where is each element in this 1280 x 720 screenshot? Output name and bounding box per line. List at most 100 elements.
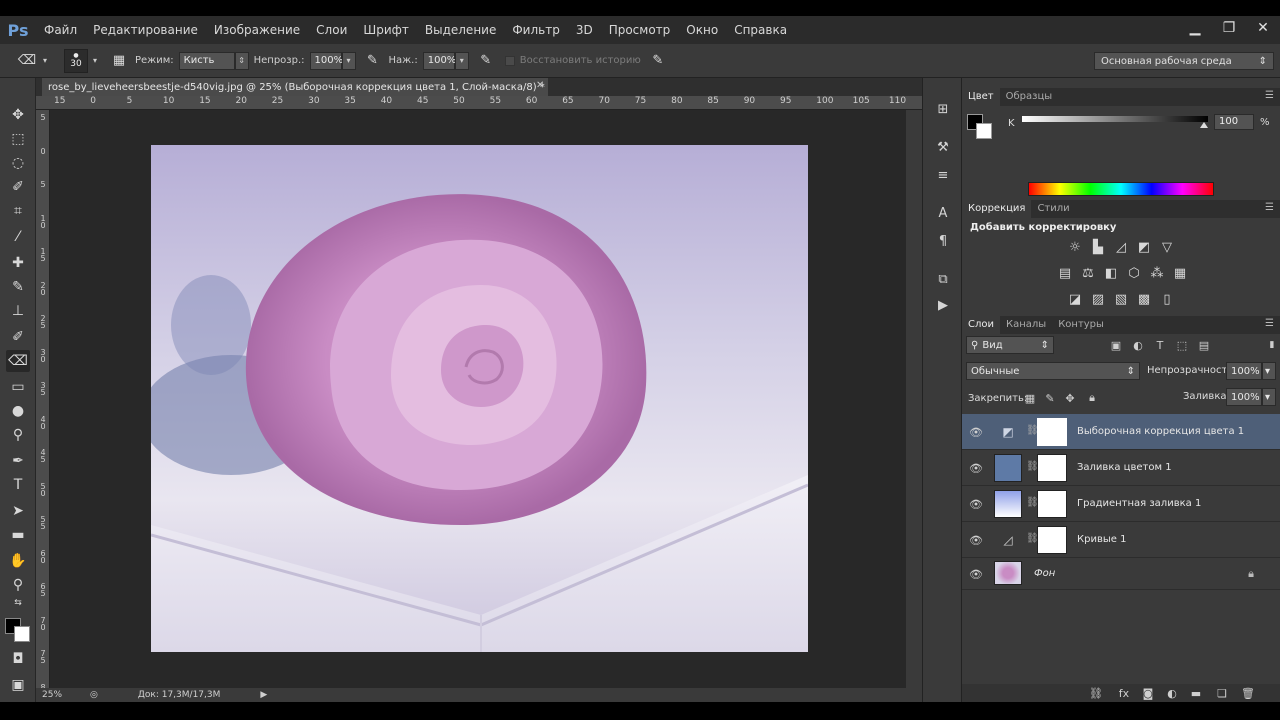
threshold-icon[interactable]: ▧ <box>1112 290 1130 308</box>
background-color-swatch[interactable] <box>14 626 30 642</box>
mode-dropdown-icon[interactable]: ⇕ <box>234 51 249 70</box>
marquee-tool-icon[interactable]: ⬚ <box>6 128 30 150</box>
new-adjustment-icon[interactable]: ◐ <box>1164 685 1180 701</box>
brush-panel-icon[interactable]: ▦ <box>108 50 130 72</box>
fx-icon[interactable]: fx <box>1116 685 1132 701</box>
selective-color-icon[interactable]: ▩ <box>1135 290 1153 308</box>
tool-presets-icon[interactable]: ≡ <box>932 164 954 186</box>
adjustments-panel-menu-icon[interactable]: ☰ <box>1265 202 1274 213</box>
healing-tool-icon[interactable]: ✚ <box>6 252 30 274</box>
color-panel-menu-icon[interactable]: ☰ <box>1265 90 1274 101</box>
add-mask-icon[interactable]: ◙ <box>1140 685 1156 701</box>
pressure-input[interactable]: 100% <box>422 51 456 70</box>
filter-shape-icon[interactable]: ⬚ <box>1174 337 1190 353</box>
crop-tool-icon[interactable]: ⌗ <box>6 200 30 222</box>
eyedropper-tool-icon[interactable]: ⁄ <box>6 226 30 248</box>
minimize-button[interactable]: ▁ <box>1178 16 1212 40</box>
tab-styles[interactable]: Стили <box>1031 200 1075 218</box>
layer-row-curves[interactable]: 👁︎ ◿ ⛓︎ Кривые 1 <box>962 522 1280 558</box>
document-tab[interactable]: rose_by_lieveheersbeestje-d540vig.jpg @ … <box>42 78 548 96</box>
layer-name[interactable]: Кривые 1 <box>1077 534 1126 545</box>
eye-icon[interactable]: 👁︎ <box>969 568 983 581</box>
pen-tool-icon[interactable]: ✒ <box>6 450 30 472</box>
zoom-tool-icon[interactable]: ⚲ <box>6 574 30 596</box>
preset-dropdown-icon[interactable]: ▾ <box>38 52 52 70</box>
workspace-select[interactable]: Основная рабочая среда ⇕ <box>1094 52 1274 70</box>
menu-select[interactable]: Выделение <box>417 16 504 44</box>
tab-close-icon[interactable]: ✕ <box>536 80 544 91</box>
color-balance-icon[interactable]: ⚖ <box>1079 264 1097 282</box>
tab-channels[interactable]: Каналы <box>1000 316 1052 334</box>
color-lookup-icon[interactable]: ▦ <box>1171 264 1189 282</box>
mode-select[interactable]: Кисть <box>178 51 235 70</box>
layer-filter-select[interactable]: ⚲ Вид ⇕ <box>966 336 1054 354</box>
layer-name[interactable]: Градиентная заливка 1 <box>1077 498 1201 509</box>
new-layer-icon[interactable]: ❏ <box>1214 685 1230 701</box>
k-value-input[interactable]: 100 <box>1214 114 1254 130</box>
tab-paths[interactable]: Контуры <box>1052 316 1110 334</box>
layer-row-gradient-fill[interactable]: 👁︎ ⛓︎ Градиентная заливка 1 <box>962 486 1280 522</box>
k-slider-thumb[interactable] <box>1200 122 1209 128</box>
filter-pixel-icon[interactable]: ▣ <box>1108 337 1124 353</box>
brush-size-picker[interactable]: ● 30 <box>64 48 88 73</box>
layer-mask-thumbnail[interactable] <box>1037 418 1067 446</box>
dodge-tool-icon[interactable]: ⚲ <box>6 424 30 446</box>
type-tool-icon[interactable]: T <box>6 474 30 496</box>
lock-position-icon[interactable]: ✥ <box>1062 390 1078 406</box>
paragraph-panel-icon[interactable]: ¶ <box>932 230 954 252</box>
airbrush-icon[interactable]: ✎ <box>475 50 497 72</box>
fill-input[interactable]: 100% <box>1226 388 1262 406</box>
photo-filter-icon[interactable]: ⬡ <box>1125 264 1143 282</box>
lasso-tool-icon[interactable]: ◌ <box>6 152 30 174</box>
tab-layers[interactable]: Слои <box>962 316 1000 334</box>
layer-mask-thumbnail[interactable] <box>1037 454 1067 482</box>
history-brush-tool-icon[interactable]: ✐ <box>6 326 30 348</box>
brush-dropdown-icon[interactable]: ▾ <box>88 52 102 70</box>
opacity-dropdown-icon[interactable]: ▾ <box>341 51 356 70</box>
history-checkbox[interactable] <box>504 55 515 66</box>
status-menu-icon[interactable]: ▶ <box>260 690 267 700</box>
layer-name[interactable]: Фон <box>1034 568 1055 579</box>
menu-image[interactable]: Изображение <box>206 16 308 44</box>
menu-file[interactable]: Файл <box>36 16 85 44</box>
info-icon[interactable]: ◎ <box>90 690 98 700</box>
lock-all-icon[interactable]: 🔒︎ <box>1084 390 1100 406</box>
layer-name[interactable]: Выборочная коррекция цвета 1 <box>1077 426 1244 437</box>
filter-toggle-icon[interactable]: ▮ <box>1264 337 1280 353</box>
filter-smart-object-icon[interactable]: ▤ <box>1196 337 1212 353</box>
vertical-scrollbar[interactable] <box>906 110 922 688</box>
layer-name[interactable]: Заливка цветом 1 <box>1077 462 1172 473</box>
clone-source-icon[interactable]: ⧉ <box>932 268 954 290</box>
lock-transparency-icon[interactable]: ▦ <box>1022 390 1038 406</box>
layer-mask-thumbnail[interactable] <box>1037 526 1067 554</box>
exposure-icon[interactable]: ◩ <box>1135 238 1153 256</box>
link-layers-icon[interactable]: ⛓︎ <box>1088 685 1104 701</box>
color-background-swatch[interactable] <box>976 123 992 139</box>
tab-swatches[interactable]: Образцы <box>1000 88 1059 106</box>
k-channel-slider[interactable] <box>1022 116 1208 122</box>
hand-tool-icon[interactable]: ✋ <box>6 550 30 572</box>
layer-row-background[interactable]: 👁︎ Фон 🔒︎ <box>962 558 1280 590</box>
fill-dropdown-icon[interactable]: ▾ <box>1262 388 1276 406</box>
blur-tool-icon[interactable]: ● <box>6 400 30 422</box>
layer-row-color-fill[interactable]: 👁︎ ⛓︎ Заливка цветом 1 <box>962 450 1280 486</box>
curves-icon[interactable]: ◿ <box>1112 238 1130 256</box>
menu-type[interactable]: Шрифт <box>355 16 417 44</box>
eraser-tool-icon[interactable]: ⌫ <box>6 350 30 372</box>
menu-edit[interactable]: Редактирование <box>85 16 206 44</box>
restore-button[interactable]: ❐ <box>1212 16 1246 40</box>
eye-icon[interactable]: 👁︎ <box>969 534 983 547</box>
new-group-icon[interactable]: ▬ <box>1188 685 1204 701</box>
zoom-level[interactable]: 25% <box>42 690 86 700</box>
color-spectrum-bar[interactable] <box>1028 182 1214 196</box>
menu-help[interactable]: Справка <box>726 16 795 44</box>
black-white-icon[interactable]: ◧ <box>1102 264 1120 282</box>
posterize-icon[interactable]: ▨ <box>1089 290 1107 308</box>
stamp-tool-icon[interactable]: ⊥ <box>6 300 30 322</box>
menu-filter[interactable]: Фильтр <box>504 16 567 44</box>
pressure-dropdown-icon[interactable]: ▾ <box>454 51 469 70</box>
menu-layers[interactable]: Слои <box>308 16 355 44</box>
shape-tool-icon[interactable]: ▬ <box>6 524 30 546</box>
brush-presets-icon[interactable]: ⚒ <box>932 136 954 158</box>
filter-type-icon[interactable]: T <box>1152 337 1168 353</box>
